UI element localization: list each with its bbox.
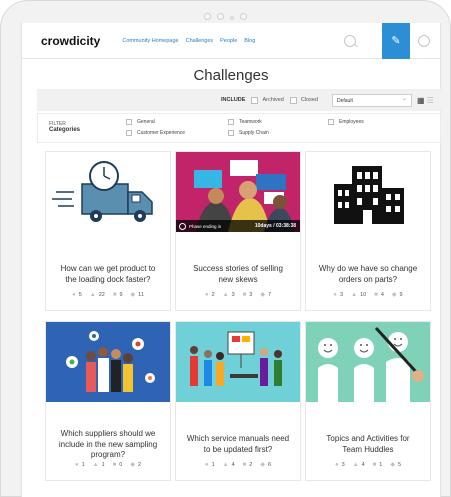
closed-label: Closed — [300, 97, 318, 103]
challenge-card[interactable]: Phase ending in 10days / 03:38:38 Succes… — [175, 151, 301, 311]
votes-stat: ● 5 — [72, 291, 82, 298]
people-icon: ◆ — [130, 292, 136, 298]
views-stat: ◆ 7 — [260, 291, 272, 299]
lightbulb-icon: ● — [204, 291, 209, 298]
people-icon: ◆ — [130, 462, 135, 468]
people-icon: ◆ — [260, 292, 265, 298]
challenge-stats: ● 5 ▲ 22 ■ 9 ◆ 11 — [46, 291, 170, 299]
thumbs-up-icon: ▲ — [222, 461, 229, 468]
comments-stat: ■ 9 — [112, 291, 123, 298]
likes-stat: ▲ 22 — [89, 291, 105, 298]
people-icon: ◆ — [390, 462, 395, 468]
archived-label: Archived — [262, 97, 284, 103]
delivery-truck-image — [46, 152, 170, 232]
views-stat: ◆ 2 — [130, 461, 142, 469]
checkbox[interactable] — [126, 119, 132, 125]
people-icon: ◆ — [391, 292, 397, 298]
comment-icon: ■ — [242, 461, 247, 468]
likes-stat: ▲ 10 — [351, 291, 367, 298]
filter-toolbar: INCLUDE Archived Closed Default ▦ ☰ — [37, 89, 441, 111]
tablet-frame: crowdicity Community Homepage Challenges… — [0, 0, 451, 497]
lightbulb-icon: ● — [72, 291, 76, 298]
checkbox[interactable] — [328, 119, 334, 125]
service-meeting-image — [176, 322, 300, 402]
checkbox[interactable] — [228, 119, 234, 125]
team-discussion-image: Phase ending in 10days / 03:38:38 — [176, 152, 300, 232]
filter-option-customer-experience[interactable]: Customer Experience — [126, 130, 185, 136]
people-icon: ◆ — [260, 462, 265, 468]
challenge-stats: ● 1 ▲ 4 ■ 2 ◆ 6 — [176, 461, 300, 469]
challenge-stats: ● 2 ▲ 3 ■ 3 ◆ 7 — [176, 291, 300, 299]
challenge-stats: ● 1 ▲ 1 ■ 0 ◆ 2 — [46, 461, 170, 469]
filter-option-employees[interactable]: Employees — [328, 119, 364, 125]
views-stat: ◆ 9 — [391, 291, 403, 299]
comments-stat: ■ 3 — [242, 291, 253, 298]
thumbs-up-icon: ▲ — [222, 291, 229, 298]
comments-stat: ■ 0 — [112, 461, 123, 468]
likes-stat: ▲ 4 — [222, 461, 235, 468]
challenge-card[interactable]: Why do we have so change orders on parts… — [305, 151, 431, 311]
votes-stat: ● 2 — [204, 291, 215, 298]
views-stat: ◆ 6 — [260, 461, 272, 469]
challenge-card[interactable]: Topics and Activities for Team Huddles ●… — [305, 321, 431, 481]
filter-option-teamwork[interactable]: Teamwork — [228, 119, 262, 125]
team-smiley-image — [306, 322, 430, 402]
closed-checkbox[interactable] — [289, 96, 297, 104]
comments-stat: ■ 4 — [374, 291, 384, 298]
thumbs-up-icon: ▲ — [352, 461, 359, 468]
comment-icon: ■ — [242, 291, 247, 298]
archived-checkbox[interactable] — [251, 96, 259, 104]
votes-stat: ● 3 — [334, 461, 345, 468]
thumbs-up-icon: ▲ — [89, 291, 96, 298]
comments-stat: ■ 1 — [372, 461, 383, 468]
lightbulb-icon: ● — [333, 291, 338, 298]
grid-view-icon[interactable]: ▦ — [417, 96, 425, 105]
filter-option-supply-chain[interactable]: Supply Chain — [228, 130, 269, 136]
lightbulb-icon: ● — [204, 461, 209, 468]
lightbulb-icon: ● — [74, 461, 79, 468]
comments-stat: ■ 2 — [242, 461, 253, 468]
clock-icon — [179, 222, 186, 230]
likes-stat: ▲ 4 — [352, 461, 365, 468]
challenge-card[interactable]: Which service manuals need to be updated… — [175, 321, 301, 481]
comment-icon: ■ — [112, 461, 117, 468]
comment-icon: ■ — [112, 291, 117, 298]
phase-countdown: Phase ending in 10days / 03:38:38 — [176, 220, 300, 232]
votes-stat: ● 1 — [74, 461, 85, 468]
include-label: INCLUDE — [221, 97, 246, 103]
comment-icon: ■ — [374, 291, 378, 298]
likes-stat: ▲ 1 — [92, 461, 105, 468]
thumbs-up-icon: ▲ — [351, 291, 358, 298]
sort-select[interactable]: Default — [331, 93, 412, 107]
challenge-stats: ● 3 ▲ 10 ■ 4 ◆ 9 — [306, 291, 430, 299]
category-filter: FILTER Categories General Teamwork Emplo… — [37, 113, 441, 143]
filter-option-general[interactable]: General — [126, 119, 155, 125]
factory-buildings-image — [306, 152, 430, 232]
votes-stat: ● 1 — [204, 461, 215, 468]
checkbox[interactable] — [228, 130, 234, 136]
views-stat: ◆ 11 — [130, 291, 144, 299]
suppliers-group-image — [46, 322, 170, 402]
challenge-card[interactable]: Which suppliers should we include in the… — [45, 321, 171, 481]
votes-stat: ● 3 — [333, 291, 344, 298]
thumbs-up-icon: ▲ — [92, 461, 99, 468]
challenge-stats: ● 3 ▲ 4 ■ 1 ◆ 5 — [306, 461, 430, 469]
comment-icon: ■ — [372, 461, 377, 468]
views-stat: ◆ 5 — [390, 461, 402, 469]
categories-label: Categories — [49, 127, 81, 133]
list-view-icon[interactable]: ☰ — [427, 96, 434, 105]
challenge-card[interactable]: How can we get product to the loading do… — [45, 151, 171, 311]
lightbulb-icon: ● — [334, 461, 339, 468]
checkbox[interactable] — [126, 130, 132, 136]
likes-stat: ▲ 3 — [222, 291, 235, 298]
